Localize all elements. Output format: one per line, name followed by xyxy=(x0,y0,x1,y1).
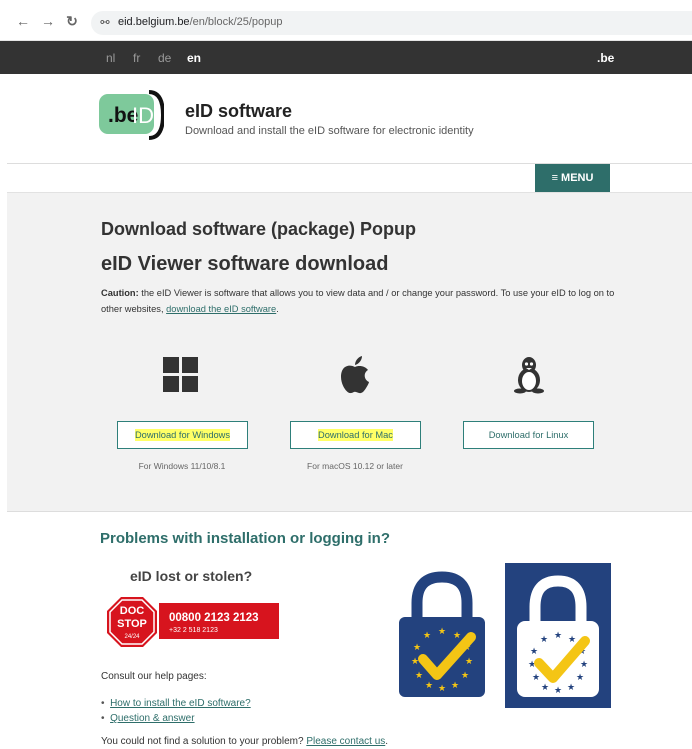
site-info-icon[interactable]: ⚯ xyxy=(97,15,113,31)
lang-fr[interactable]: fr xyxy=(133,51,140,65)
install-help-link[interactable]: How to install the eID software? xyxy=(110,698,251,709)
forward-icon[interactable]: → xyxy=(40,13,56,29)
address-bar[interactable]: ⚯ eid.belgium.be/en/block/25/popup xyxy=(91,11,692,35)
svg-text:★: ★ xyxy=(453,631,461,641)
svg-text:★: ★ xyxy=(532,673,540,683)
consult-text: Consult our help pages: xyxy=(101,671,207,682)
download-windows-label: Download for Windows xyxy=(134,429,231,441)
mac-requirement: For macOS 10.12 or later xyxy=(307,461,403,471)
svg-text:★: ★ xyxy=(438,627,446,637)
svg-text:★: ★ xyxy=(465,657,473,667)
svg-text:★: ★ xyxy=(423,631,431,641)
windows-icon xyxy=(163,357,198,392)
svg-text:★: ★ xyxy=(530,647,538,657)
docstop-word-stop: STOP xyxy=(117,618,147,630)
apple-icon xyxy=(341,356,369,394)
svg-text:★: ★ xyxy=(415,671,423,681)
belgium-gov-link[interactable]: .be xyxy=(597,51,614,65)
help-links-list: • How to install the eID software? • Que… xyxy=(101,696,251,726)
reload-icon[interactable]: ↻ xyxy=(64,13,80,29)
docstop-word-doc: DOC xyxy=(120,605,145,617)
back-icon[interactable]: ← xyxy=(15,13,31,29)
problems-heading: Problems with installation or logging in… xyxy=(100,530,391,547)
page-title: Download software (package) Popup xyxy=(101,219,417,239)
lost-stolen-heading: eID lost or stolen? xyxy=(130,568,253,584)
svg-text:★: ★ xyxy=(554,631,562,641)
svg-text:★: ★ xyxy=(438,684,446,694)
url-path: /en/block/25/popup xyxy=(189,16,283,28)
beid-logo[interactable]: .be ID xyxy=(99,90,164,140)
svg-text:★: ★ xyxy=(413,643,421,653)
svg-text:★: ★ xyxy=(576,673,584,683)
eu-trust-lock-icon: ★ ★★ ★★★ ★★★ ★★★ xyxy=(399,571,485,697)
eu-trust-lock-icon-white: ★ ★★ ★★★ ★★★ ★★★ xyxy=(505,563,611,708)
list-item: • Question & answer xyxy=(101,713,195,724)
svg-text:★: ★ xyxy=(461,671,469,681)
url-text: eid.belgium.be/en/block/25/popup xyxy=(118,16,283,28)
svg-text:★: ★ xyxy=(411,657,419,667)
docstop-hours: 24/24 xyxy=(124,634,140,640)
lang-en[interactable]: en xyxy=(187,51,201,65)
svg-text:★: ★ xyxy=(425,681,433,691)
svg-text:★: ★ xyxy=(451,681,459,691)
qa-link[interactable]: Question & answer xyxy=(110,713,195,724)
lang-nl[interactable]: nl xyxy=(106,51,115,65)
docstop-phone-intl: +32 2 518 2123 xyxy=(169,627,218,634)
caution-label: Caution: xyxy=(101,288,139,298)
svg-text:★: ★ xyxy=(567,683,575,693)
download-linux-button[interactable]: Download for Linux xyxy=(463,421,594,449)
svg-text:★: ★ xyxy=(541,683,549,693)
lang-de[interactable]: de xyxy=(158,51,171,65)
linux-icon xyxy=(514,357,544,394)
language-bar: nl fr de en .be xyxy=(0,41,692,74)
caution-end: . xyxy=(276,304,279,314)
svg-text:★: ★ xyxy=(554,686,562,696)
windows-requirement: For Windows 11/10/8.1 xyxy=(138,461,226,471)
docstop-banner[interactable]: DOC STOP 24/24 00800 2123 2123 +32 2 518… xyxy=(107,597,279,647)
site-title: eID software xyxy=(185,101,293,121)
url-host: eid.belgium.be xyxy=(118,16,190,28)
contact-end: . xyxy=(385,736,389,747)
docstop-phone: 00800 2123 2123 xyxy=(169,612,259,624)
menu-button[interactable]: ≡ MENU xyxy=(535,164,610,192)
list-item: • How to install the eID software? xyxy=(101,698,251,709)
logo-id-text: ID xyxy=(132,103,154,128)
contact-us-link[interactable]: Please contact us xyxy=(306,736,385,747)
download-mac-label: Download for Mac xyxy=(318,429,393,441)
browser-toolbar: ← → ↻ ⚯ eid.belgium.be/en/block/25/popup xyxy=(0,0,692,41)
site-subtitle: Download and install the eID software fo… xyxy=(185,125,474,137)
contact-paragraph: You could not find a solution to your pr… xyxy=(101,736,388,747)
caution-paragraph: Caution: the eID Viewer is software that… xyxy=(101,285,621,317)
page-subtitle: eID Viewer software download xyxy=(101,253,389,275)
download-eid-software-link[interactable]: download the eID software xyxy=(166,304,276,314)
download-windows-button[interactable]: Download for Windows xyxy=(117,421,248,449)
svg-text:★: ★ xyxy=(580,660,588,670)
svg-text:★: ★ xyxy=(540,635,548,645)
contact-text: You could not find a solution to your pr… xyxy=(101,736,307,747)
svg-text:★: ★ xyxy=(568,635,576,645)
download-mac-button[interactable]: Download for Mac xyxy=(290,421,421,449)
